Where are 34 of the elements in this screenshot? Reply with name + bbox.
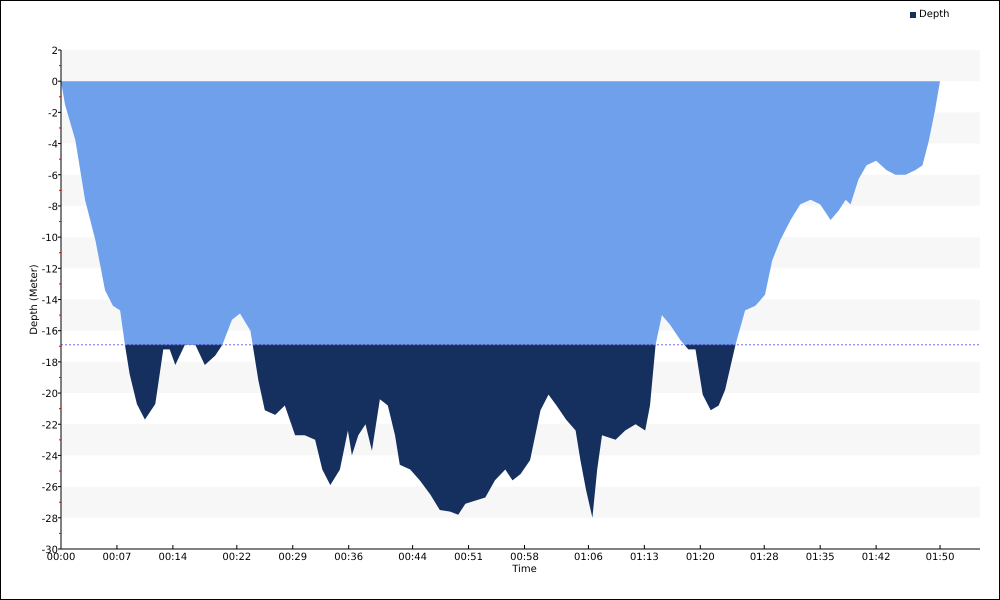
legend-label: Depth — [919, 9, 950, 20]
y-tick-label: -6 — [48, 170, 58, 182]
x-tick-label: 00:22 — [222, 552, 252, 563]
x-tick-label: 01:13 — [630, 552, 659, 563]
y-axis-title: Depth (Meter) — [29, 264, 40, 335]
x-tick-label: 01:50 — [926, 552, 954, 563]
x-tick-label: 01:28 — [750, 552, 779, 563]
x-tick-label: 01:42 — [862, 552, 891, 563]
y-tick-label: -26 — [42, 482, 58, 494]
x-tick-label: 00:44 — [398, 552, 428, 563]
y-tick-label: -4 — [48, 140, 58, 151]
x-axis-title: Time — [512, 564, 537, 575]
x-tick-label: 00:36 — [334, 552, 364, 563]
y-tick-label: -8 — [48, 202, 58, 213]
y-tick-label: -22 — [42, 420, 58, 432]
x-tick-label: 00:51 — [454, 552, 483, 563]
x-tick-label: 00:14 — [158, 552, 188, 563]
y-tick-label: -10 — [42, 233, 58, 244]
y-tick-label: -14 — [42, 296, 58, 306]
x-tick-label: 01:35 — [806, 552, 835, 563]
x-tick-label: 01:06 — [574, 552, 603, 563]
y-tick-label: 2 — [52, 46, 58, 57]
x-tick-label: 01:20 — [686, 552, 715, 563]
y-tick-label: -12 — [42, 264, 58, 276]
y-tick-label: -16 — [42, 326, 58, 338]
x-tick-label: 00:58 — [510, 552, 539, 563]
y-tick-label: -2 — [48, 108, 58, 120]
y-tick-label: -18 — [42, 358, 58, 369]
x-tick-label: 00:07 — [102, 552, 132, 563]
x-tick-label: 00:29 — [278, 552, 308, 563]
y-tick-label: -20 — [42, 389, 58, 400]
y-tick-label: -24 — [42, 451, 58, 462]
y-tick-label: -28 — [42, 514, 58, 525]
y-tick-label: 0 — [52, 77, 58, 88]
